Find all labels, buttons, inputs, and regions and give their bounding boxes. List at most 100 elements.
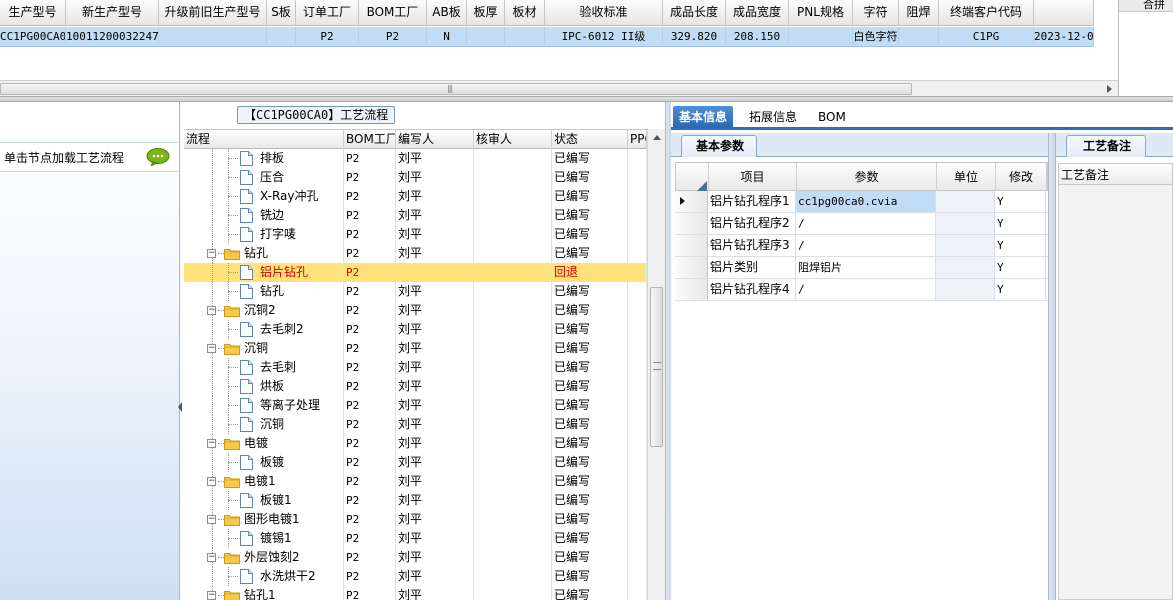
params-cell-item[interactable]: 铝片钻孔程序2 [708,213,796,234]
process-flow-row[interactable]: − 外层蚀刻2 P2 刘平 已编写 [184,548,647,567]
process-flow-row[interactable]: 镀锡1 P2 刘平 已编写 [184,529,647,548]
process-flow-header-cell[interactable]: 编写人 [396,130,474,149]
process-flow-header-cell[interactable]: BOM工厂 [344,130,396,149]
product-grid-header-cell[interactable]: AB板 [427,0,467,26]
tree-node[interactable]: 铣边 [184,206,344,225]
params-cell-unit[interactable] [936,213,995,234]
left-panel-header[interactable]: 单击节点加载工艺流程 [0,142,178,172]
sub-tab-basic-params[interactable]: 基本参数 [681,135,758,157]
row-indicator[interactable] [675,213,708,234]
product-grid-header-cell[interactable]: 板厚 [467,0,505,26]
product-grid-cell[interactable]: P2 [359,27,427,47]
product-grid-header-cell[interactable]: 板材 [505,0,545,26]
product-grid-cell[interactable]: 208.150 [726,27,789,47]
product-grid-header-cell[interactable]: 成品长度 [663,0,726,26]
params-cell-value[interactable]: 阻焊铝片 [796,257,936,278]
collapse-toggle-icon[interactable]: − [207,439,216,448]
tree-node[interactable]: 水洗烘干2 [184,567,344,586]
tree-node[interactable]: − 钻孔 [184,244,344,263]
vertical-splitter[interactable] [1048,133,1056,600]
process-flow-row[interactable]: − 图形电镀1 P2 刘平 已编写 [184,510,647,529]
params-row[interactable]: 铝片钻孔程序2/ Y [675,213,1048,235]
process-flow-row[interactable]: 压合 P2 刘平 已编写 [184,168,647,187]
product-grid-cell[interactable]: 329.820 [663,27,726,47]
params-cell-value[interactable]: / [796,279,936,300]
collapse-toggle-icon[interactable]: − [207,306,216,315]
product-grid-cell[interactable] [159,27,267,47]
params-cell-modify[interactable]: Y [995,235,1046,256]
params-row[interactable]: 铝片钻孔程序1 cc1pg00ca0.cvia Y [675,191,1048,213]
tab-extended-info[interactable]: 拓展信息 [743,106,803,128]
params-row[interactable]: 铝片类别 阻焊铝片 Y [675,257,1048,279]
params-row[interactable]: 铝片钻孔程序4/ Y [675,279,1048,301]
params-cell-value[interactable]: cc1pg00ca0.cvia [796,191,936,212]
process-flow-row[interactable]: 板镀1 P2 刘平 已编写 [184,491,647,510]
tree-node[interactable]: − 电镀1 [184,472,344,491]
vertical-scrollbar[interactable] [647,129,665,600]
params-row[interactable]: 铝片钻孔程序3/ Y [675,235,1048,257]
row-indicator[interactable] [675,191,708,212]
params-header-cell[interactable]: 参数 [797,163,937,191]
product-grid-header-cell[interactable]: 订单工厂 [296,0,359,26]
params-cell-value[interactable]: / [796,213,936,234]
product-grid-cell[interactable]: CC1PG00CA0 [0,27,66,47]
process-flow-row[interactable]: X-Ray冲孔 P2 刘平 已编写 [184,187,647,206]
process-flow-row[interactable]: − 钻孔1 P2 刘平 已编写 [184,586,647,600]
process-flow-row[interactable]: 铝片钻孔 P2 回退 [184,263,647,282]
product-grid-header-cell[interactable]: 生产型号 [0,0,66,26]
process-flow-row[interactable]: − 钻孔 P2 刘平 已编写 [184,244,647,263]
product-grid-header-cell[interactable]: 终端客户代码 [939,0,1034,26]
params-cell-item[interactable]: 铝片类别 [708,257,796,278]
params-cell-modify[interactable]: Y [995,279,1046,300]
product-grid-cell[interactable]: P2 [296,27,359,47]
product-grid-header-cell[interactable]: 阻焊 [899,0,939,26]
process-flow-row[interactable]: 板镀 P2 刘平 已编写 [184,453,647,472]
tree-node[interactable]: − 沉铜 [184,339,344,358]
tree-node[interactable]: 压合 [184,168,344,187]
product-grid-row[interactable]: CC1PG00CA0 10011200032247 P2 P2 N IPC-6012 II… [0,27,1094,47]
product-grid-header-cell[interactable]: PNL规格 [789,0,853,26]
product-grid-cell[interactable] [467,27,505,47]
process-flow-row[interactable]: 沉铜 P2 刘平 已编写 [184,415,647,434]
row-indicator[interactable] [675,279,708,300]
scrollbar-thumb[interactable] [650,287,663,447]
product-grid-cell[interactable] [267,27,296,47]
product-grid-cell[interactable]: IPC-6012 II级 [545,27,663,47]
tree-node[interactable]: 镀锡1 [184,529,344,548]
product-grid-cell[interactable]: 10011200032247 [66,27,159,47]
process-flow-row[interactable]: 去毛刺2 P2 刘平 已编写 [184,320,647,339]
params-cell-modify[interactable]: Y [995,191,1046,212]
process-flow-row[interactable]: 等离子处理 P2 刘平 已编写 [184,396,647,415]
product-grid-cell[interactable] [505,27,545,47]
tree-node[interactable]: − 外层蚀刻2 [184,548,344,567]
tree-node[interactable]: − 电镀 [184,434,344,453]
collapse-toggle-icon[interactable]: − [207,515,216,524]
product-grid-header-cell[interactable] [1034,0,1094,26]
tree-node[interactable]: 铝片钻孔 [184,263,344,282]
tree-node[interactable]: 板镀 [184,453,344,472]
params-cell-unit[interactable] [936,235,995,256]
params-cell-value[interactable]: / [796,235,936,256]
tab-bom[interactable]: BOM [812,106,852,128]
collapse-toggle-icon[interactable]: − [207,249,216,258]
tab-process-remarks[interactable]: 工艺备注 [1066,135,1147,157]
params-header-cell[interactable]: 项目 [709,163,797,191]
process-flow-row[interactable]: 去毛刺 P2 刘平 已编写 [184,358,647,377]
process-flow-row[interactable]: 打字唛 P2 刘平 已编写 [184,225,647,244]
tree-node[interactable]: 板镀1 [184,491,344,510]
tree-node[interactable]: 烘板 [184,377,344,396]
params-cell-item[interactable]: 铝片钻孔程序4 [708,279,796,300]
tree-node[interactable]: 去毛刺 [184,358,344,377]
product-grid-cell[interactable]: 2023-12-0 [1034,27,1094,47]
product-grid-cell[interactable]: 白色字符 [853,27,899,47]
tree-node[interactable]: 沉铜 [184,415,344,434]
tree-node[interactable]: 排板 [184,149,344,168]
product-grid-header-cell[interactable]: 字符 [853,0,899,26]
process-flow-row[interactable]: 烘板 P2 刘平 已编写 [184,377,647,396]
params-header-cell[interactable]: 单位 [937,163,996,191]
product-grid-header-cell[interactable]: BOM工厂 [359,0,427,26]
product-grid-header-cell[interactable]: S板 [267,0,296,26]
tree-node[interactable]: 钻孔 [184,282,344,301]
process-flow-row[interactable]: 水洗烘干2 P2 刘平 已编写 [184,567,647,586]
process-flow-header-cell[interactable]: 流程 [184,130,344,149]
